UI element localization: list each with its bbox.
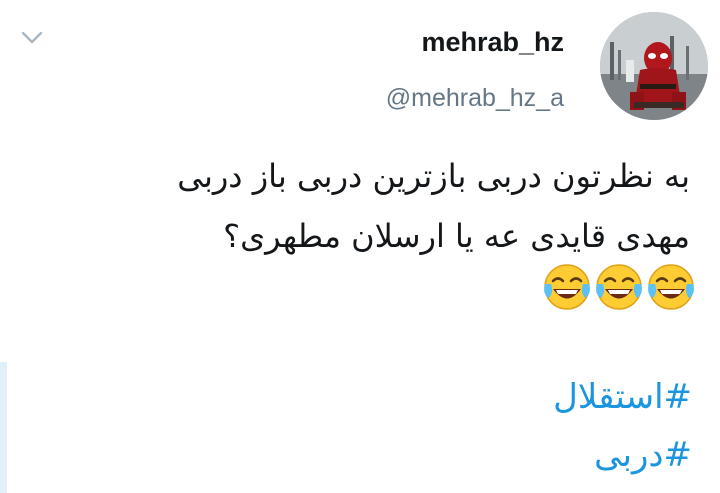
hashtag-link-derby[interactable]: #دربی xyxy=(553,426,692,484)
thread-indicator-bar xyxy=(0,362,7,493)
tweet-text-line-2: مهدی قایدی عه یا ارسلان مطهری؟ xyxy=(223,217,690,255)
tweet-menu-button[interactable] xyxy=(18,28,46,52)
face-with-tears-of-joy-icon xyxy=(542,262,592,312)
tweet-card: mehrab_hz @mehrab_hz_a به نظرتون دربی با… xyxy=(0,0,720,493)
user-handle[interactable]: @mehrab_hz_a xyxy=(386,78,564,118)
hashtag-link-esteghlal[interactable]: #استقلال xyxy=(553,368,692,426)
face-with-tears-of-joy-icon xyxy=(646,262,696,312)
hashtag-list: #استقلال #دربی xyxy=(553,368,692,484)
face-with-tears-of-joy-icon xyxy=(594,262,644,312)
tweet-author[interactable]: mehrab_hz @mehrab_hz_a xyxy=(386,22,564,118)
chevron-down-icon xyxy=(20,30,44,50)
tweet-text-line-1: به نظرتون دربی بازترین دربی باز دربی xyxy=(177,157,690,195)
display-name[interactable]: mehrab_hz xyxy=(386,22,564,62)
tweet-text: به نظرتون دربی بازترین دربی باز دربی مهد… xyxy=(30,146,690,266)
emoji-row xyxy=(542,262,696,312)
avatar[interactable] xyxy=(600,12,708,120)
